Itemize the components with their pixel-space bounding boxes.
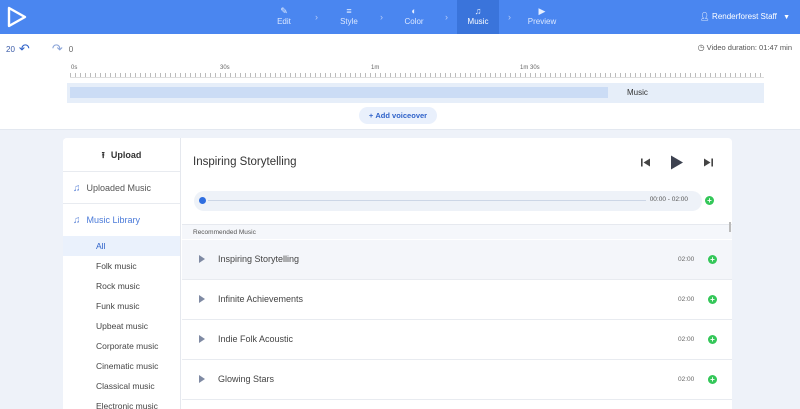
track-name: Glowing Stars (218, 374, 275, 384)
tab-preview[interactable]: ▶ Preview (520, 0, 564, 34)
category-classical[interactable]: Classical music (63, 376, 180, 396)
pencil-icon: ✎ (280, 6, 288, 16)
tab-color[interactable]: ◐ Color (392, 0, 436, 34)
audio-progress-bar[interactable]: 00:00 - 02:00 (194, 191, 702, 211)
plus-icon: + (368, 111, 374, 120)
recommended-header: Recommended Music (182, 224, 732, 239)
add-track-button[interactable]: + (708, 375, 717, 384)
track-duration: 02:00 (678, 376, 695, 383)
category-electronic[interactable]: Electronic music (63, 396, 180, 409)
list-item[interactable]: Inspiring Storytelling 02:00 + (182, 240, 732, 280)
chevron-down-icon: ▼ (783, 14, 790, 21)
add-voiceover-button[interactable]: + Add voiceover (359, 107, 437, 124)
list-item[interactable]: Glowing Stars 02:00 + (182, 360, 732, 400)
history-controls: 20 ↶ ↷ 0 (6, 41, 73, 57)
category-upbeat[interactable]: Upbeat music (63, 316, 180, 336)
category-rock[interactable]: Rock music (63, 276, 180, 296)
progress-track[interactable] (208, 200, 646, 201)
video-duration: ◷ Video duration: 01:47 min (697, 43, 792, 52)
user-menu[interactable]: 👤︎ Renderforest Staff ▼ (700, 0, 790, 34)
upload-icon: ⭱ (101, 150, 105, 160)
sidebar-item-music-library[interactable]: ♫ Music Library (63, 204, 180, 236)
user-name: Renderforest Staff (712, 12, 777, 21)
category-corporate[interactable]: Corporate music (63, 336, 180, 356)
music-main: Inspiring Storytelling 00:00 - 02:00 + R… (182, 138, 732, 409)
tab-edit[interactable]: ✎ Edit (262, 0, 306, 34)
category-folk[interactable]: Folk music (63, 256, 180, 276)
music-note-icon: ♫ (73, 183, 81, 194)
add-track-button[interactable]: + (708, 295, 717, 304)
music-sidebar: ⭱ Upload ♫ Uploaded Music ♫ Music Library A… (63, 138, 181, 409)
play-icon[interactable] (199, 255, 205, 263)
track-name: Infinite Achievements (218, 294, 304, 304)
tab-music[interactable]: ♫ Music (457, 0, 499, 34)
music-panel: ⭱ Upload ♫ Uploaded Music ♫ Music Library A… (63, 138, 732, 409)
chevron-right-icon: › (508, 12, 511, 22)
tick-label: 0s (71, 65, 78, 71)
sidebar-item-uploaded-music[interactable]: ♫ Uploaded Music (63, 172, 180, 204)
chevron-right-icon: › (380, 12, 383, 22)
step-nav: ✎ Edit › ≡ Style › ◐ Color › ♫ Music › ▶ Prev… (262, 0, 564, 34)
renderforest-logo-icon[interactable] (6, 6, 28, 28)
track-duration: 02:00 (678, 256, 695, 263)
music-note-icon: ♫ (474, 6, 482, 16)
music-note-icon: ♫ (73, 215, 81, 226)
timeline-ruler (70, 64, 764, 78)
tick-label: 1m 30s (520, 65, 540, 71)
undo-count: 20 (6, 44, 15, 54)
upload-button[interactable]: ⭱ Upload (63, 138, 180, 172)
play-icon[interactable] (199, 335, 205, 343)
top-bar: ✎ Edit › ≡ Style › ◐ Color › ♫ Music › ▶ Prev… (0, 0, 800, 34)
next-track-icon[interactable] (703, 157, 714, 168)
add-track-button[interactable]: + (708, 255, 717, 264)
track-name: Indie Folk Acoustic (218, 334, 294, 344)
list-item[interactable]: Indie Folk Acoustic 02:00 + (182, 320, 732, 360)
track-label: Music (627, 88, 648, 97)
playback-time: 00:00 - 02:00 (649, 196, 688, 203)
now-playing-title: Inspiring Storytelling (193, 156, 297, 168)
category-funk[interactable]: Funk music (63, 296, 180, 316)
music-track-clip[interactable] (70, 87, 608, 98)
undo-icon[interactable]: ↶ (19, 41, 30, 57)
progress-handle[interactable] (199, 197, 206, 204)
chevron-right-icon: › (315, 12, 318, 22)
add-music-button[interactable]: + (705, 196, 714, 205)
track-name: Inspiring Storytelling (218, 254, 300, 264)
user-icon: 👤︎ (699, 12, 710, 21)
play-icon[interactable] (199, 295, 205, 303)
redo-icon[interactable]: ↷ (52, 41, 63, 57)
timeline-area: 20 ↶ ↷ 0 ◷ Video duration: 01:47 min 0s 3… (0, 34, 800, 130)
category-all[interactable]: All (63, 236, 180, 256)
play-icon[interactable] (199, 375, 205, 383)
redo-count: 0 (68, 44, 74, 54)
chevron-right-icon: › (445, 12, 448, 22)
track-duration: 02:00 (678, 296, 695, 303)
list-item[interactable]: Infinite Achievements 02:00 + (182, 280, 732, 320)
music-track[interactable]: Music (67, 83, 764, 103)
play-button-icon[interactable] (669, 154, 685, 171)
clock-icon: ◷ (697, 43, 705, 52)
previous-track-icon[interactable] (640, 157, 651, 168)
tab-style[interactable]: ≡ Style (327, 0, 371, 34)
palette-icon: ◐ (411, 6, 417, 16)
add-track-button[interactable]: + (708, 335, 717, 344)
track-duration: 02:00 (678, 336, 695, 343)
tick-label: 30s (220, 65, 230, 71)
layers-icon: ≡ (346, 6, 352, 16)
scrollbar[interactable] (729, 222, 731, 232)
tick-label: 1m (371, 65, 380, 71)
play-icon: ▶ (538, 6, 546, 16)
category-cinematic[interactable]: Cinematic music (63, 356, 180, 376)
